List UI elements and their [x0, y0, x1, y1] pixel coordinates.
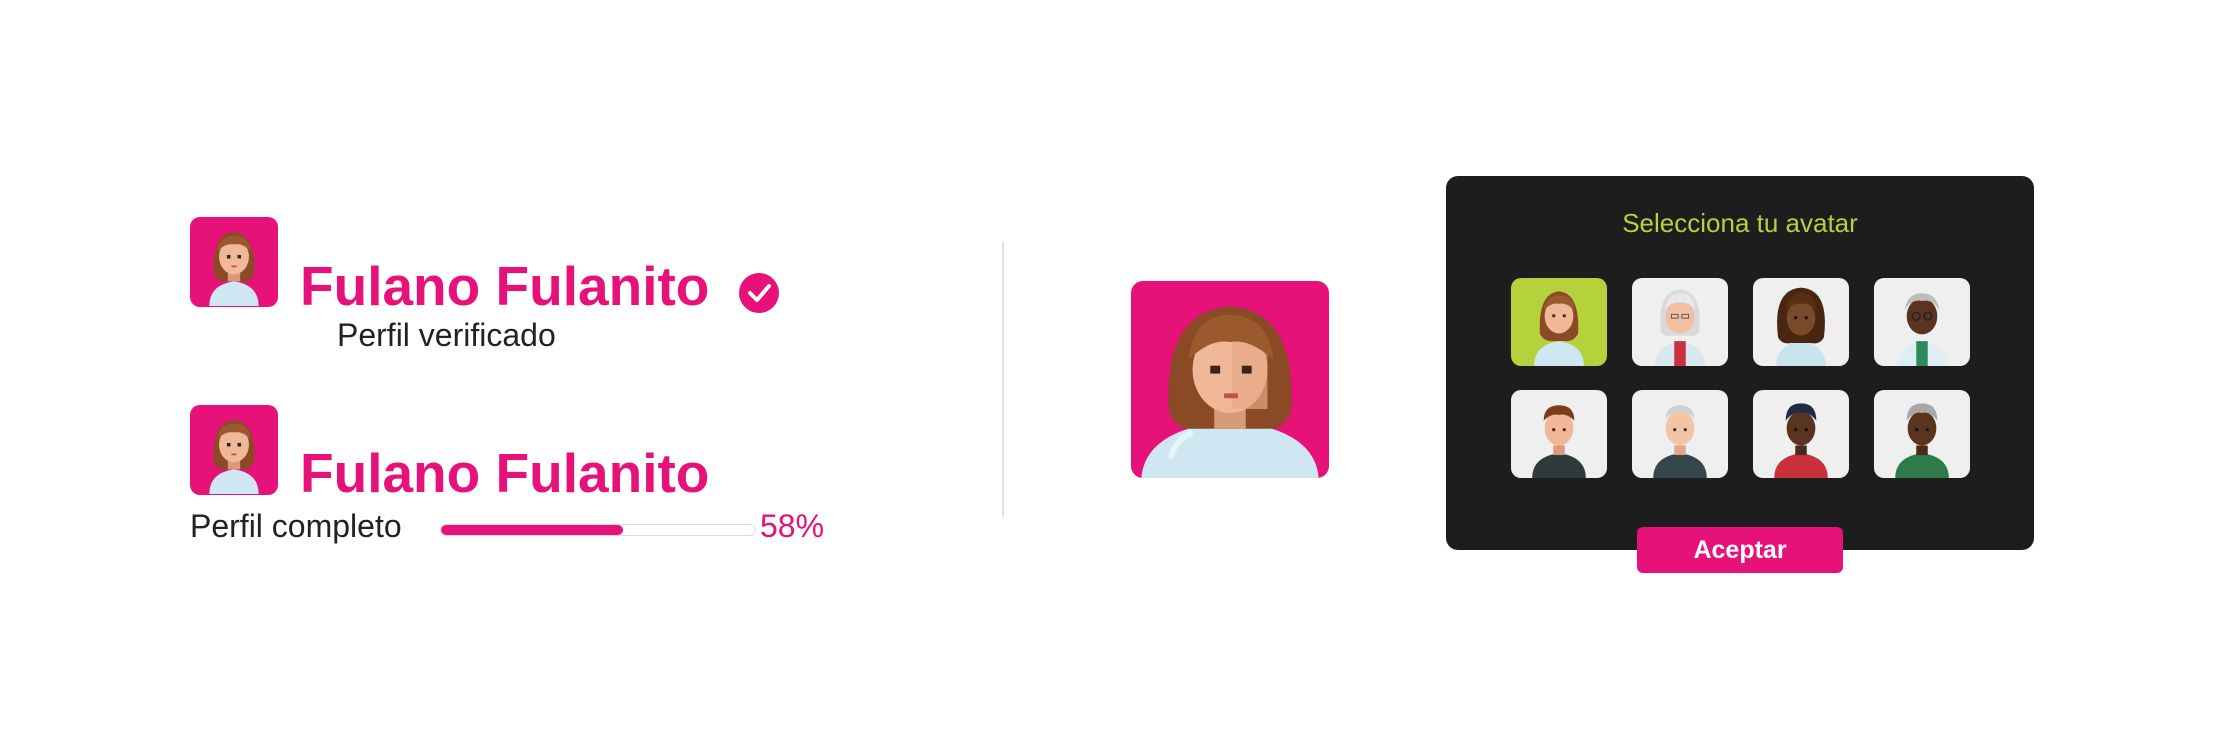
- profile-progress-label: Perfil completo: [190, 508, 402, 544]
- verified-status-label: Perfil verificado: [337, 317, 556, 353]
- profile-avatar: [190, 405, 278, 495]
- avatar-option-man-brown-hair[interactable]: [1511, 390, 1607, 478]
- progress-fill: [441, 525, 624, 535]
- progress-percent: 58%: [760, 508, 825, 544]
- section-divider: [1002, 242, 1004, 517]
- avatar-option-elderly-woman[interactable]: [1632, 278, 1728, 366]
- avatar-picker-title: Selecciona tu avatar: [1622, 208, 1858, 238]
- accept-button[interactable]: Aceptar: [1637, 527, 1843, 573]
- avatar-option-elderly-man-glasses[interactable]: [1874, 278, 1970, 366]
- avatar-option-woman-brown-hair[interactable]: [1511, 278, 1607, 366]
- avatar-option-elderly-man-dark-skin[interactable]: [1874, 390, 1970, 478]
- avatar-picker-dialog: Selecciona tu avatar: [1446, 176, 2034, 550]
- woman-avatar-icon: [209, 420, 259, 494]
- woman-avatar-preview-icon: [1141, 306, 1319, 478]
- avatar-option-man-dark-skin[interactable]: [1753, 390, 1849, 478]
- profile-avatar: [190, 217, 278, 307]
- profile-name: Fulano Fulanito: [300, 442, 710, 504]
- profile-progress-bar: [440, 524, 756, 536]
- avatar-preview: [1131, 281, 1329, 478]
- avatar-option-elderly-man[interactable]: [1632, 390, 1728, 478]
- profile-name: Fulano Fulanito: [300, 255, 710, 317]
- avatar-option-woman-curly-hair[interactable]: [1753, 278, 1849, 366]
- woman-avatar-icon: [209, 232, 259, 306]
- check-circle-icon: [739, 273, 779, 313]
